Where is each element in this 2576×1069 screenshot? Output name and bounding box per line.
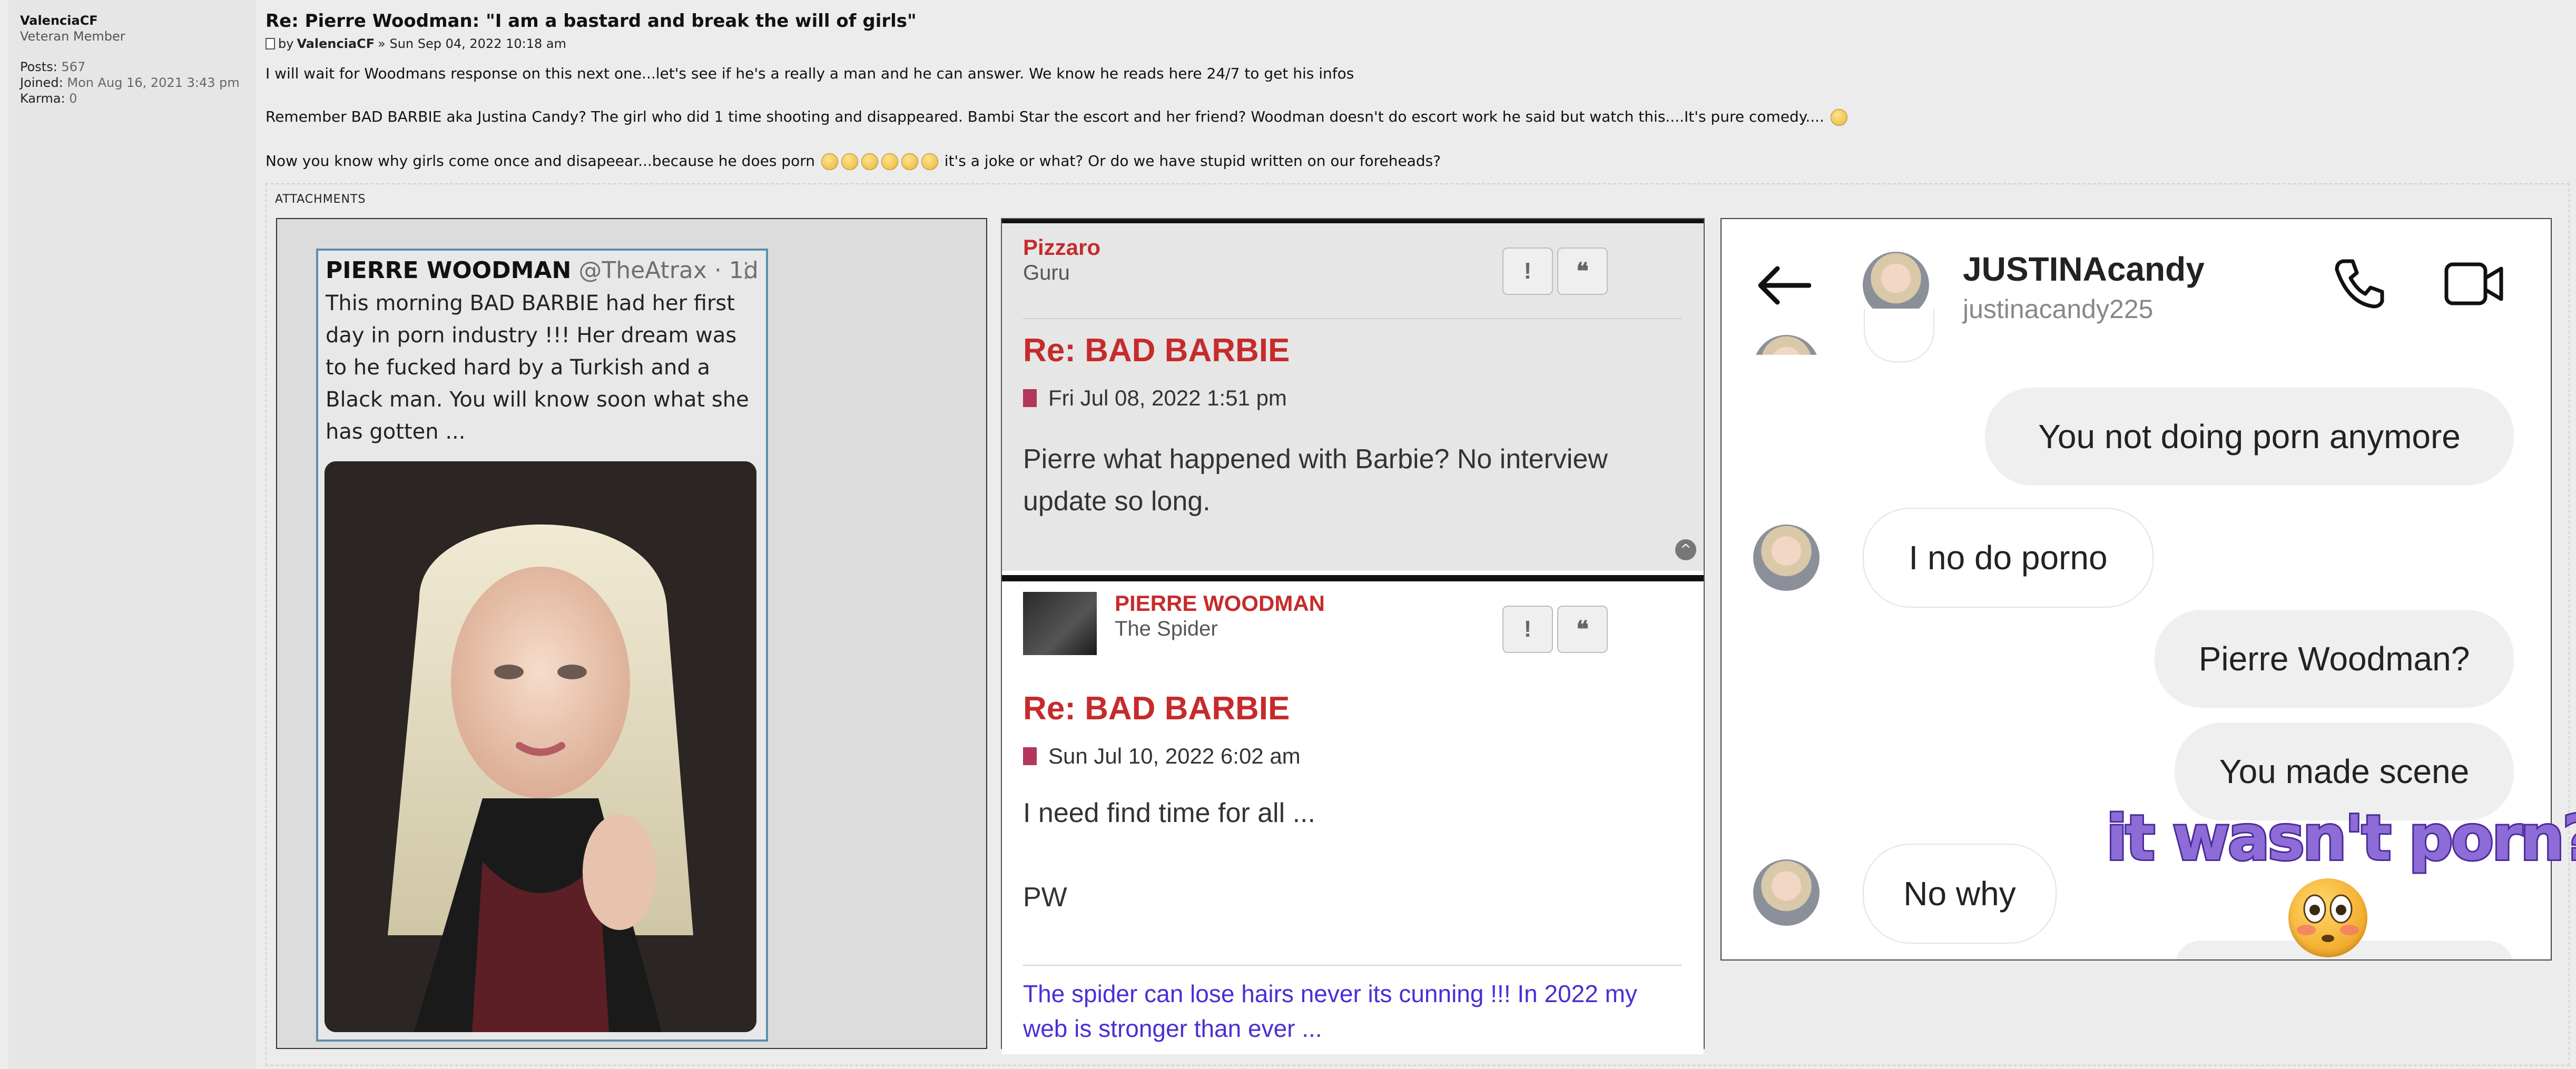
forum-signature: The spider can lose hairs never its cunn… [1023,980,1637,1042]
post-text-line-1: I will wait for Woodmans response on thi… [266,65,1354,82]
report-button: ! [1502,248,1553,295]
avatar [1753,524,1820,591]
author-rank: Veteran Member [20,29,125,44]
avatar [1753,335,1820,355]
message-bubble-outgoing: Pierre Woodman? [2155,610,2514,708]
forum-user-rank: The Spider [1115,617,1218,640]
flushed-face-features [2297,894,2359,942]
tweet-author-name: PIERRE WOODMAN [326,257,572,284]
forum-post-date: Sun Jul 10, 2022 6:02 am [1023,744,1301,769]
quote-button: ❝ [1557,248,1608,295]
forum-post-date-text: Fri Jul 08, 2022 1:51 pm [1048,385,1287,410]
report-button: ! [1502,606,1553,653]
forum-post-body-line-2: PW [1023,882,1067,913]
avatar [1023,592,1097,655]
post-text-line-3b: it's a joke or what? Or do we have stupi… [944,152,1441,170]
tweet-header: PIERRE WOODMAN @TheAtrax · 1d [326,256,759,285]
chat-contact-username: justinacandy225 [1963,294,2154,324]
chat-header: JUSTINAcandy justinacandy225 [1722,219,2551,330]
post-meta: by ValenciaCF » Sun Sep 04, 2022 10:18 a… [266,35,2568,53]
scroll-up-icon: ^ [1675,539,1696,560]
attachments-label: ATTACHMENTS [275,193,366,206]
post-action-buttons: ! ❝ [1502,248,1608,295]
flushed-face-emoji-icon [2288,878,2367,957]
post-author-link[interactable]: ValenciaCF [297,35,375,53]
post-content: Re: Pierre Woodman: "I am a bastard and … [266,9,2568,170]
message-bubble-outgoing: You not doing porn anymore [1985,388,2514,486]
joined-label: Joined: [20,75,63,90]
author-stats: Posts: 567 Joined: Mon Aug 16, 2021 3:43… [20,59,240,106]
post-link-icon[interactable] [266,38,275,50]
posts-count[interactable]: 567 [61,60,85,74]
forum-post-title: Re: BAD BARBIE [1023,690,1290,727]
video-call-icon [2444,262,2503,305]
grin-emoji-icon [821,153,838,170]
post-file-icon [1023,389,1037,407]
forum-post-date-text: Sun Jul 10, 2022 6:02 am [1048,744,1301,768]
message-bubble-incoming: No why [1863,844,2057,944]
attachment-image-tweet[interactable]: PIERRE WOODMAN @TheAtrax · 1d ⋮ This mor… [276,218,987,1049]
portrait-illustration [325,461,756,1032]
message-bubble-incoming: I no do porno [1863,508,2154,608]
grin-emoji-icon [881,153,898,170]
grin-emoji-icon [1830,109,1847,126]
post-by: by [278,36,294,51]
attachment-image-forum[interactable]: Pizzaro Guru ! ❝ Re: BAD BARBIE Fri Jul … [1001,218,1705,1054]
post-divider [1023,318,1682,319]
back-arrow-icon [1758,266,1811,305]
tweet-card: PIERRE WOODMAN @TheAtrax · 1d ⋮ This mor… [316,249,768,1042]
grin-emoji-icon [901,153,918,170]
forum-post-date: Fri Jul 08, 2022 1:51 pm [1023,385,1287,411]
forum-post-body-line-1: I need find time for all ... [1023,798,1315,828]
signature-divider [1023,965,1682,966]
quote-button: ❝ [1557,606,1608,653]
author-profile: ValenciaCF Veteran Member Posts: 567 Joi… [20,13,240,106]
post-text-line-3a: Now you know why girls come once and dis… [266,152,815,170]
post-file-icon [1023,747,1037,765]
post-action-buttons: ! ❝ [1502,606,1608,653]
tweet-text: This morning BAD BARBIE had her first da… [326,291,749,444]
author-name[interactable]: ValenciaCF [20,13,240,28]
post-text-line-2-text: Remember BAD BARBIE aka Justina Candy? T… [266,108,1824,125]
forum-post-pizzaro: Pizzaro Guru ! ❝ Re: BAD BARBIE Fri Jul … [1002,219,1704,571]
posts-label: Posts: [20,60,57,74]
attachments-box: ATTACHMENTS PIERRE WOODMAN @TheAtrax · 1… [266,183,2570,1066]
grin-emoji-icon [861,153,878,170]
more-options-icon: ⋮ [735,258,756,282]
karma-value: 0 [69,91,77,106]
karma-label: Karma: [20,91,65,106]
post-text-line-2: Remember BAD BARBIE aka Justina Candy? T… [266,106,1849,127]
chat-contact-name: JUSTINAcandy [1963,250,2205,288]
forum-username: PIERRE WOODMAN [1115,591,1325,616]
forum-user-rank: Guru [1023,261,1070,284]
post-profile-sidebar [8,0,256,1069]
post-title[interactable]: Re: Pierre Woodman: "I am a bastard and … [266,9,2568,33]
post-date: » Sun Sep 04, 2022 10:18 am [378,36,566,51]
grin-emoji-icon [841,153,858,170]
post-text-line-3: Now you know why girls come once and dis… [266,151,1441,172]
forum-username: Pizzaro [1023,235,1101,260]
avatar [1753,859,1820,926]
partial-message-bubble [1864,309,1934,362]
forum-post-title: Re: BAD BARBIE [1023,332,1290,369]
joined-date: Mon Aug 16, 2021 3:43 pm [67,75,240,90]
forum-post-woodman: PIERRE WOODMAN The Spider ! ❝ Re: BAD BA… [1002,575,1704,1054]
phone-icon [2335,259,2384,309]
tweet-photo [325,461,756,1032]
forum-post-body: Pierre what happened with Barbie? No int… [1023,444,1608,517]
meme-overlay-text: it wasn't porn? [2105,800,2576,876]
tweet-handle: @TheAtrax · 1d [578,257,759,284]
grin-emoji-icon [921,153,938,170]
